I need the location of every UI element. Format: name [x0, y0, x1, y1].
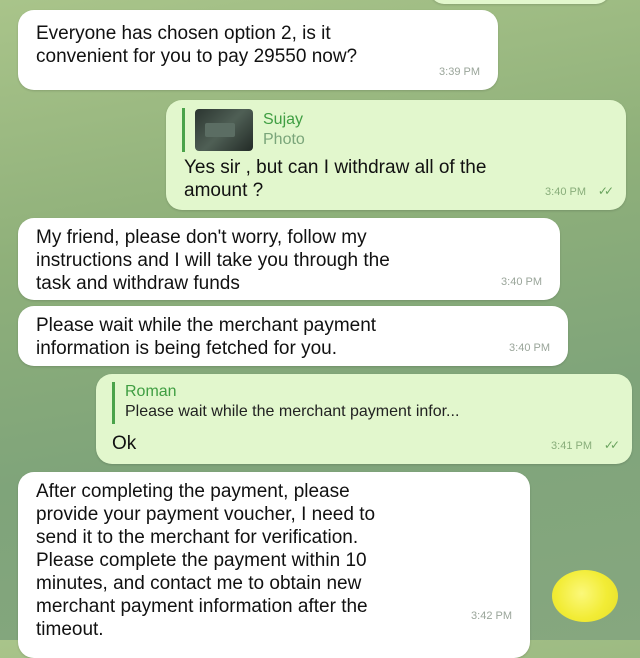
message-line: convenient for you to pay 29550 now?: [36, 46, 358, 67]
message-line: After completing the payment, please: [36, 481, 350, 502]
message-line: Everyone has chosen option 2, is it: [36, 23, 331, 44]
message-text: After completing the payment, please pro…: [36, 480, 375, 641]
reply-sender-name: Sujay: [263, 111, 304, 128]
reply-content: Photo: [263, 131, 305, 148]
message-time: 3:42 PM: [471, 610, 512, 622]
message-line: instructions and I will take you through…: [36, 250, 390, 271]
message-bubble-incoming[interactable]: My friend, please don't worry, follow my…: [18, 218, 560, 300]
message-bubble-incoming[interactable]: Please wait while the merchant payment i…: [18, 306, 568, 366]
message-line: Please complete the payment within 10: [36, 550, 367, 571]
message-text: My friend, please don't worry, follow my…: [36, 226, 390, 295]
message-time: 3:40 PM: [509, 342, 550, 354]
message-line: send it to the merchant for verification…: [36, 527, 359, 548]
message-line: provide your payment voucher, I need to: [36, 504, 376, 525]
message-bubble-outgoing[interactable]: Sujay Photo Yes sir , but can I withdraw…: [166, 100, 626, 210]
message-time: 3:40 PM: [545, 186, 586, 198]
message-time: 3:40 PM: [501, 276, 542, 288]
highlight-mark-icon: [552, 570, 618, 622]
message-line: amount ?: [184, 180, 264, 201]
reply-sender-name: Roman: [125, 383, 177, 400]
double-check-icon: ✓✓: [597, 184, 614, 198]
message-line: merchant payment information after the: [36, 596, 368, 617]
double-check-icon: ✓✓: [603, 438, 620, 452]
message-bubble-incoming[interactable]: Everyone has chosen option 2, is it conv…: [18, 10, 498, 90]
photo-thumbnail[interactable]: [195, 109, 253, 151]
message-line: information is being fetched for you.: [36, 338, 338, 359]
message-bubble-outgoing[interactable]: Roman Please wait while the merchant pay…: [96, 374, 632, 464]
message-line: timeout.: [36, 619, 104, 640]
message-line: Please wait while the merchant payment: [36, 315, 377, 336]
message-text: Please wait while the merchant payment i…: [36, 314, 376, 360]
reply-quote[interactable]: Sujay Photo: [182, 108, 305, 152]
message-line: Yes sir , but can I withdraw all of the: [184, 157, 487, 178]
previous-message-bubble: [430, 0, 610, 4]
message-time: 3:39 PM: [439, 66, 480, 78]
reply-content: Please wait while the merchant payment i…: [125, 403, 460, 420]
message-line: My friend, please don't worry, follow my: [36, 227, 367, 248]
message-text: Yes sir , but can I withdraw all of the …: [184, 156, 486, 202]
message-text: Everyone has chosen option 2, is it conv…: [36, 22, 357, 68]
reply-quote[interactable]: Roman Please wait while the merchant pay…: [112, 382, 459, 424]
message-line: minutes, and contact me to obtain new: [36, 573, 362, 594]
message-bubble-incoming[interactable]: After completing the payment, please pro…: [18, 472, 530, 658]
message-time: 3:41 PM: [551, 440, 592, 452]
message-text: Ok: [112, 432, 136, 455]
message-line: Ok: [112, 433, 137, 454]
message-line: task and withdraw funds: [36, 273, 240, 294]
